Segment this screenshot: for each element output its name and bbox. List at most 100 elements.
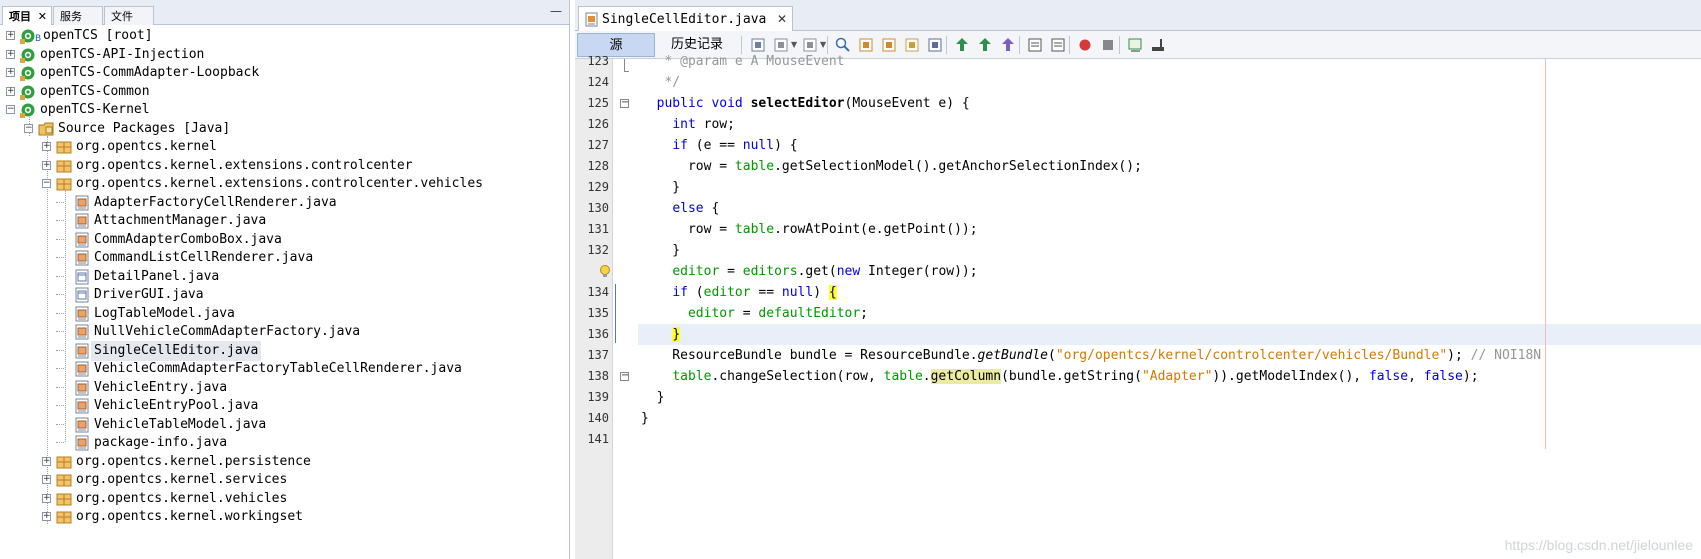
tab-services[interactable]: 服务 (53, 6, 103, 25)
previous-bookmark-icon[interactable] (953, 36, 971, 54)
tree-item[interactable]: + org.opentcs.kernel.vehicles (0, 489, 569, 509)
tree-item-label: openTCS-Common (40, 83, 150, 99)
watermark-text: https://blog.csdn.net/jielounlee (1504, 537, 1693, 553)
line-number: 141 (587, 432, 609, 446)
tree-item-label: openTCS-CommAdapter-Loopback (40, 65, 260, 80)
toggle-bookmark-icon[interactable] (999, 36, 1017, 54)
editor-tab-bar: SingleCellEditor.java ✕ (575, 0, 1701, 31)
line-number: 139 (587, 390, 609, 404)
code-line: } (641, 180, 681, 195)
expand-icon[interactable]: + (42, 160, 51, 170)
tree-item[interactable]: CommAdapterComboBox.java (0, 230, 569, 250)
tree-item-label: openTCS-API-Injection (40, 46, 205, 62)
tree-guide-line (56, 368, 64, 369)
shift-left-icon[interactable] (1026, 36, 1044, 54)
collapse-icon[interactable]: − (6, 105, 15, 114)
chevron-down-icon[interactable]: ▼ (820, 40, 826, 49)
code-line: } (641, 243, 681, 258)
expand-icon[interactable]: + (42, 142, 51, 151)
minimize-icon[interactable]: — (550, 4, 562, 18)
toggle-highlight-icon[interactable] (903, 36, 921, 54)
line-number: 135 (587, 306, 609, 320)
close-icon[interactable]: ✕ (38, 7, 47, 26)
code-line: } (641, 390, 665, 405)
chevron-down-icon[interactable]: ▼ (791, 40, 797, 49)
tree-item[interactable]: AttachmentManager.java (0, 211, 569, 231)
code-line: editor = defaultEditor; (687, 306, 868, 321)
expand-icon[interactable]: + (42, 456, 51, 466)
tree-item[interactable]: + org.opentcs.kernel (0, 137, 569, 157)
fold-toggle-icon[interactable]: − (620, 98, 629, 108)
expand-icon[interactable]: + (42, 493, 51, 503)
line-number: 137 (587, 348, 609, 362)
tree-item[interactable]: LogTableModel.java (0, 304, 569, 324)
collapse-icon[interactable]: − (24, 123, 33, 133)
tab-projects[interactable]: 项目 ✕ (2, 6, 52, 25)
tree-item[interactable]: + org.opentcs.kernel.persistence (0, 452, 569, 472)
tree-item-label: org.opentcs.kernel.services (76, 472, 288, 487)
find-previous-icon[interactable] (857, 36, 875, 54)
code-editor[interactable]: 123 124 125 126 127 128 129 130 131 132 134 135 136 1… (575, 54, 1701, 559)
expand-icon[interactable]: + (6, 86, 15, 96)
tree-item-label: CommAdapterComboBox.java (94, 231, 282, 247)
uncomment-icon[interactable] (1149, 36, 1167, 54)
line-number-gutter: 123 124 125 126 127 128 129 130 131 132 134 135 136 1… (575, 54, 613, 559)
code-line: int row; (672, 117, 735, 132)
code-line: } (641, 411, 649, 426)
tree-item[interactable]: AdapterFactoryCellRenderer.java (0, 193, 569, 213)
tree-item[interactable]: + openTCS-Common (0, 82, 569, 102)
tree-item[interactable]: CommandListCellRenderer.java (0, 248, 569, 268)
expand-icon[interactable]: + (42, 475, 51, 484)
expand-icon[interactable]: + (6, 31, 15, 40)
hint-bulb-icon[interactable] (599, 265, 611, 279)
tree-item[interactable]: VehicleTableModel.java (0, 415, 569, 435)
select-icon[interactable] (926, 36, 944, 54)
tree-item[interactable]: NullVehicleCommAdapterFactory.java (0, 322, 569, 342)
tree-item[interactable]: + BopenTCS [root] (0, 26, 569, 46)
tree-item[interactable]: + org.opentcs.kernel.workingset (0, 507, 569, 527)
stop-macro-icon[interactable] (1099, 36, 1117, 54)
tree-item[interactable]: VehicleEntry.java (0, 378, 569, 398)
tree-item[interactable]: VehicleCommAdapterFactoryTableCellRender… (0, 359, 569, 379)
expand-icon[interactable]: + (6, 68, 15, 77)
tree-item[interactable]: − openTCS-Kernel (0, 100, 569, 120)
tree-item[interactable]: − Source Packages [Java] (0, 119, 569, 139)
java-file-icon (74, 380, 90, 396)
close-icon[interactable]: ✕ (777, 7, 787, 32)
fold-toggle-icon[interactable]: − (620, 371, 629, 381)
tree-item[interactable]: − org.opentcs.kernel.extensions.controlce… (0, 174, 569, 194)
package-icon (56, 176, 72, 192)
change-marker (615, 284, 616, 343)
start-macro-icon[interactable] (1076, 36, 1094, 54)
tree-item-label: Source Packages [Java] (58, 120, 231, 136)
tree-item[interactable]: DetailPanel.java (0, 267, 569, 287)
tree-item-label: package-info.java (94, 435, 228, 450)
collapse-icon[interactable]: − (42, 179, 51, 188)
find-next-icon[interactable] (880, 36, 898, 54)
next-bookmark-icon[interactable] (976, 36, 994, 54)
tree-item[interactable]: + org.opentcs.kernel.extensions.controlce… (0, 156, 569, 176)
tree-item[interactable]: + openTCS-API-Injection (0, 45, 569, 65)
tree-item-label: NullVehicleCommAdapterFactory.java (94, 324, 361, 339)
expand-icon[interactable]: + (6, 49, 15, 59)
tree-guide-line (56, 220, 64, 221)
comment-icon[interactable] (1126, 36, 1144, 54)
editor-file-tab[interactable]: SingleCellEditor.java ✕ (578, 6, 793, 31)
tree-guide-line (56, 331, 64, 332)
tree-item[interactable]: VehicleEntryPool.java (0, 396, 569, 416)
expand-icon[interactable]: + (42, 512, 51, 521)
tree-guide-line (56, 442, 64, 443)
tree-item[interactable]: + org.opentcs.kernel.services (0, 470, 569, 490)
tree-item[interactable]: DriverGUI.java (0, 285, 569, 305)
code-line: else { (672, 201, 720, 216)
tree-item[interactable]: package-info.java (0, 433, 569, 453)
tree-item[interactable]: + openTCS-CommAdapter-Loopback (0, 63, 569, 83)
line-number: 136 (587, 327, 609, 341)
package-icon (56, 454, 72, 470)
tab-files[interactable]: 文件 (104, 6, 154, 25)
tree-item[interactable]: SingleCellEditor.java (0, 340, 569, 361)
shift-right-icon[interactable] (1049, 36, 1067, 54)
code-line: } (672, 327, 681, 342)
current-line-highlight (638, 324, 1701, 345)
code-line: */ (641, 75, 681, 90)
